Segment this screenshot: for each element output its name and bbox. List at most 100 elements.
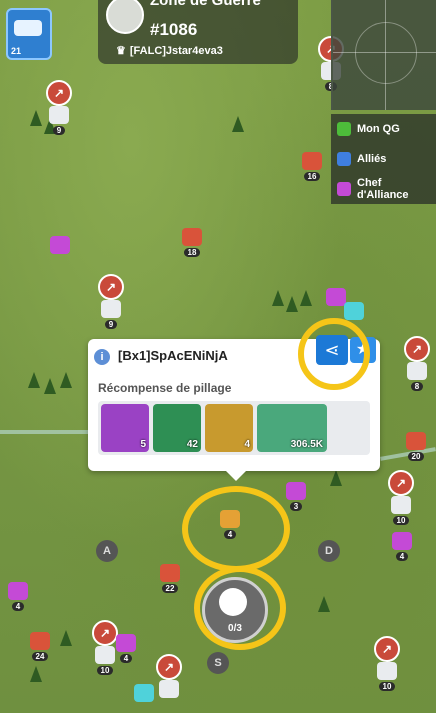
map-base-marker[interactable]: 3 [286, 482, 306, 511]
map-base-marker[interactable] [344, 302, 364, 320]
map-base-marker[interactable]: 20 [406, 432, 426, 461]
alliance-leader-base-icon [50, 236, 70, 254]
legend-item-my-hq[interactable]: Mon QG [331, 114, 436, 144]
map-base-marker[interactable]: ↗ [156, 654, 182, 698]
map-base-marker[interactable]: 22 [160, 564, 180, 593]
map-base-marker[interactable]: 4 [392, 532, 412, 561]
zone-header: Zone de Guerre #1086 ♛ [FALC]Jstar4eva3 [98, 0, 298, 64]
level-badge: 10 [378, 682, 396, 691]
enemy-skull-icon [30, 632, 50, 650]
direction-button-s[interactable]: S [207, 652, 229, 674]
reward-title: Récompense de pillage [98, 381, 232, 395]
level-badge: 22 [161, 584, 179, 593]
attack-pin-icon: ↗ [46, 80, 72, 106]
base-icon [377, 662, 397, 680]
enemy-skull-icon [182, 228, 202, 246]
zone-title: Zone de Guerre [150, 0, 261, 9]
tree [44, 378, 56, 394]
direction-button-d[interactable]: D [318, 540, 340, 562]
reward-count: 5 [140, 439, 146, 450]
attack-pin-icon: ↗ [388, 470, 414, 496]
base-icon [407, 362, 427, 380]
legend-item-alliance-leader[interactable]: Chef d'Alliance [331, 174, 436, 204]
ally-base-icon [134, 684, 154, 702]
zone-owner: ♛ [FALC]Jstar4eva3 [116, 44, 223, 57]
base-icon [159, 680, 179, 698]
legend-label: Alliés [357, 153, 387, 165]
map-base-marker[interactable]: ↗ 10 [92, 620, 118, 675]
army-level: 21 [11, 46, 22, 56]
loot-bag-icon [219, 588, 247, 616]
tree [330, 470, 342, 486]
map-base-marker[interactable] [326, 288, 346, 306]
tree [60, 630, 72, 646]
zone-id: #1086 [150, 20, 198, 39]
level-badge: 4 [11, 602, 25, 611]
map-base-marker[interactable]: ↗ 9 [46, 80, 72, 135]
tree [28, 372, 40, 388]
attack-pin-icon: ↗ [374, 636, 400, 662]
map-base-marker[interactable]: 4 [116, 634, 136, 663]
map-base-marker[interactable]: 4 [8, 582, 28, 611]
direction-button-a[interactable]: A [96, 540, 118, 562]
reward-count: 42 [186, 439, 198, 450]
level-badge: 24 [31, 652, 49, 661]
reward-list: 5 42 4 306.5K [98, 401, 370, 455]
enemy-skull-icon [160, 564, 180, 582]
alliance-leader-base-icon [8, 582, 28, 600]
tree [30, 666, 42, 682]
alliance-leader-base-icon [326, 288, 346, 306]
tree [300, 290, 312, 306]
map-base-marker[interactable]: 18 [182, 228, 202, 257]
level-badge: 18 [183, 248, 201, 257]
tree [272, 290, 284, 306]
map-base-marker[interactable]: ↗ 9 [98, 274, 124, 329]
base-icon [391, 496, 411, 514]
level-badge: 20 [407, 452, 425, 461]
map-base-marker[interactable]: 24 [30, 632, 50, 661]
minimap[interactable] [331, 0, 436, 110]
alliance-leader-base-icon [116, 634, 136, 652]
purple-mystery-box-icon[interactable]: 5 [101, 404, 149, 452]
map-base-marker[interactable]: ↗ 10 [374, 636, 400, 691]
attack-pin-icon: ↗ [404, 336, 430, 362]
tree [30, 110, 42, 126]
map-base-marker[interactable] [50, 236, 70, 254]
allies-icon [337, 152, 351, 166]
my-hq-icon [337, 122, 351, 136]
map-base-marker[interactable]: ↗ 8 [404, 336, 430, 391]
level-badge: 16 [303, 172, 321, 181]
tank-icon [14, 20, 42, 36]
plunder-button[interactable]: 0/3 [202, 577, 268, 643]
tree [318, 596, 330, 612]
army-button[interactable]: 21 [6, 8, 52, 60]
ally-base-icon [344, 302, 364, 320]
enemy-skull-icon [302, 152, 322, 170]
reward-count: 4 [244, 439, 250, 450]
alliance-leader-base-icon [286, 482, 306, 500]
level-badge: 10 [392, 516, 410, 525]
highlight-ring-share [298, 318, 370, 390]
base-icon [49, 106, 69, 124]
attack-pin-icon: ↗ [92, 620, 118, 646]
attack-pin-icon: ↗ [156, 654, 182, 680]
attack-pin-icon: ↗ [98, 274, 124, 300]
owner-name: [FALC]Jstar4eva3 [129, 45, 223, 57]
info-icon[interactable]: i [94, 349, 110, 365]
map-base-marker[interactable]: ↗ 10 [388, 470, 414, 525]
alliance-leader-base-icon [392, 532, 412, 550]
target-player-name: [Bx1]SpAcENiNjA [118, 348, 228, 363]
tree [60, 372, 72, 388]
plunder-progress: 0/3 [228, 623, 242, 634]
resource-bundle-icon[interactable]: 306.5K [257, 404, 327, 452]
gold-chest-icon[interactable]: 4 [205, 404, 253, 452]
level-badge: 8 [410, 382, 424, 391]
map-base-marker[interactable] [134, 684, 154, 702]
green-chest-icon[interactable]: 42 [153, 404, 201, 452]
level-badge: 10 [96, 666, 114, 675]
legend-label: Chef d'Alliance [357, 177, 409, 201]
map-base-marker[interactable]: 16 [302, 152, 322, 181]
legend-item-allies[interactable]: Alliés [331, 144, 436, 174]
level-badge: 4 [119, 654, 133, 663]
level-badge: 4 [395, 552, 409, 561]
